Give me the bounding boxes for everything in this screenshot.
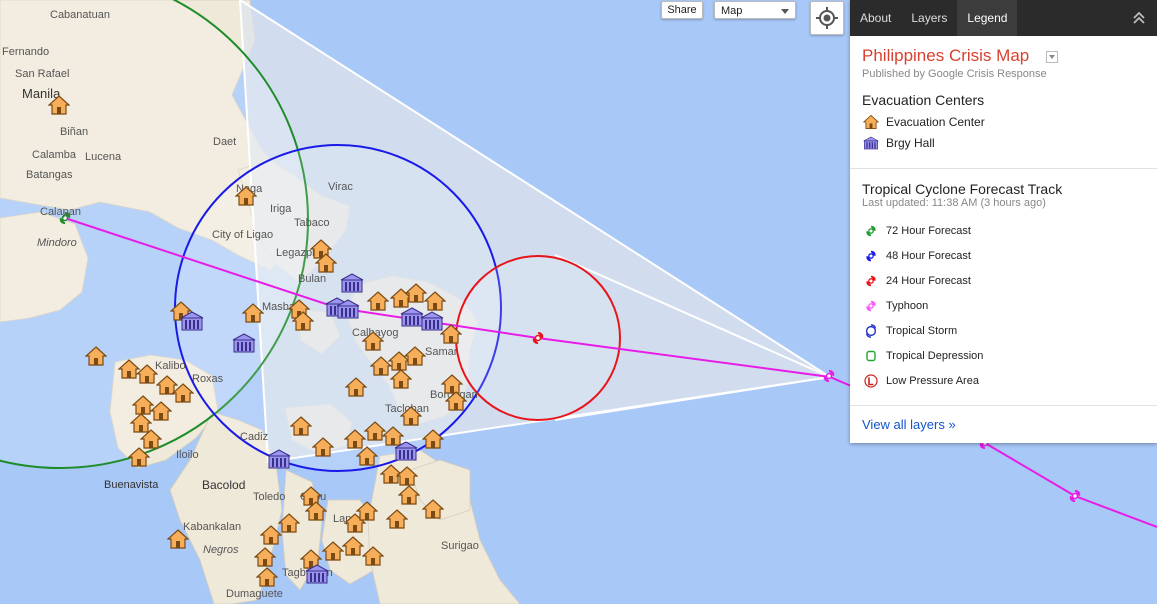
legend-item: Low Pressure Area: [862, 372, 979, 390]
evacuation-heading: Evacuation Centers: [862, 92, 985, 108]
tropical-storm-icon: [862, 322, 880, 340]
view-all-layers-link[interactable]: View all layers »: [862, 417, 956, 432]
legend-label: Tropical Storm: [886, 325, 958, 337]
place-label: Daet: [213, 136, 236, 148]
place-label: Legazpi: [276, 247, 315, 259]
legend-item: Evacuation Center: [862, 113, 985, 131]
place-label: Surigao: [441, 540, 479, 552]
place-label: Fernando: [2, 46, 49, 58]
legend-item: Brgy Hall: [862, 134, 935, 152]
place-label: Batangas: [26, 169, 73, 181]
place-label: Calamba: [32, 149, 77, 161]
place-label: San Rafael: [15, 68, 69, 80]
place-label: Kalibo: [155, 360, 186, 372]
tab-layers[interactable]: Layers: [901, 0, 957, 36]
legend-item: 24 Hour Forecast: [862, 272, 971, 290]
legend-item: 72 Hour Forecast: [862, 222, 971, 240]
legend-label: 48 Hour Forecast: [886, 250, 971, 262]
collapse-panel-button[interactable]: [1121, 0, 1157, 36]
chevron-down-icon: [781, 9, 789, 14]
place-label: Calapan: [40, 206, 81, 218]
chevron-up-icon: [1133, 12, 1145, 24]
side-panel: About Layers Legend Philippines Crisis M…: [850, 0, 1157, 443]
house-icon: [862, 113, 880, 131]
divider: [850, 405, 1157, 406]
legend-label: Low Pressure Area: [886, 375, 979, 387]
last-updated-text: Last updated: 11:38 AM (3 hours ago): [862, 197, 1046, 209]
legend-label: Brgy Hall: [886, 136, 935, 150]
place-label: Roxas: [192, 373, 224, 385]
place-label: Biñan: [60, 126, 88, 138]
government-building-icon: [862, 134, 880, 152]
legend-item: Tropical Storm: [862, 322, 957, 340]
legend-item: 48 Hour Forecast: [862, 247, 971, 265]
tab-legend[interactable]: Legend: [957, 0, 1018, 36]
place-label: Cadiz: [240, 431, 268, 443]
share-button[interactable]: Share: [661, 1, 703, 19]
legend-label: Tropical Depression: [886, 350, 984, 362]
crosshair-location-icon: [816, 7, 838, 29]
place-label: Kabankalan: [183, 521, 241, 533]
place-label: Lucena: [85, 151, 122, 163]
place-label: Dumaguete: [226, 588, 283, 600]
map-type-select[interactable]: Map: [714, 1, 796, 19]
place-label: Bacolod: [202, 478, 245, 492]
place-label: Mindoro: [37, 237, 77, 249]
place-label: Bulan: [298, 273, 326, 285]
publisher-text: Published by Google Crisis Response: [862, 68, 1047, 80]
title-dropdown-icon[interactable]: [1046, 51, 1058, 63]
low-pressure-icon: [862, 372, 880, 390]
place-label: Toledo: [253, 491, 285, 503]
cyclone-24h-icon: [862, 272, 880, 290]
map-type-value: Map: [721, 5, 743, 17]
place-label: Cabanatuan: [50, 9, 110, 21]
tab-about[interactable]: About: [850, 0, 901, 36]
place-label: Tabaco: [294, 217, 329, 229]
place-label: Iloilo: [176, 449, 199, 461]
place-label: Negros: [203, 544, 239, 556]
legend-label: 24 Hour Forecast: [886, 275, 971, 287]
cyclone-heading: Tropical Cyclone Forecast Track: [862, 181, 1063, 197]
place-label: Virac: [328, 181, 353, 193]
legend-label: Evacuation Center: [886, 115, 985, 129]
my-location-button[interactable]: [810, 1, 844, 35]
map-title: Philippines Crisis Map: [862, 46, 1030, 65]
divider: [850, 168, 1157, 169]
panel-tabs: About Layers Legend: [850, 0, 1157, 36]
place-label: City of Ligao: [212, 229, 273, 241]
place-label: Iriga: [270, 203, 292, 215]
legend-label: 72 Hour Forecast: [886, 225, 971, 237]
legend-label: Typhoon: [886, 300, 929, 312]
place-label: Samar: [425, 346, 458, 358]
legend-item: Typhoon: [862, 297, 928, 315]
cyclone-48h-icon: [862, 247, 880, 265]
place-label: Buenavista: [104, 479, 159, 491]
typhoon-icon: [862, 297, 880, 315]
cyclone-72h-icon: [862, 222, 880, 240]
tropical-depression-icon: [862, 347, 880, 365]
legend-item: Tropical Depression: [862, 347, 983, 365]
